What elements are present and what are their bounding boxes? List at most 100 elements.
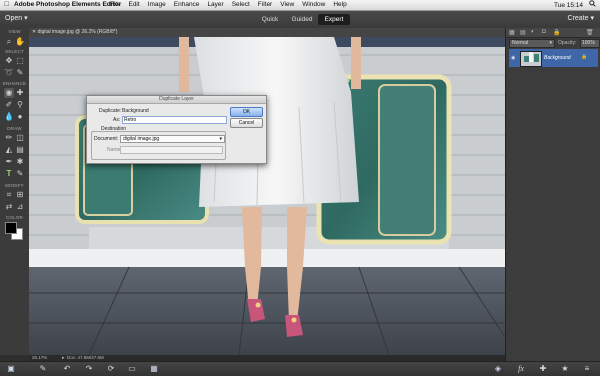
hand-tool-icon[interactable]: ✋ bbox=[15, 37, 25, 47]
eyedropper-tool-icon[interactable]: ✒ bbox=[4, 157, 14, 167]
tool-panel: VIEW ⌕ ✋ SELECT ✥ ⬚ ➰ ✎ ENHANCE ◉ ✚ ✐ ⚲ … bbox=[0, 28, 30, 355]
spot-healing-tool-icon[interactable]: ✚ bbox=[15, 88, 25, 98]
photo-bin-icon[interactable]: ▣ bbox=[6, 364, 16, 374]
adjustment-layer-icon[interactable]: ◐ bbox=[531, 29, 535, 35]
eraser-tool-icon[interactable]: ◫ bbox=[15, 133, 25, 143]
app-name-menu[interactable]: Adobe Photoshop Elements Editor bbox=[14, 0, 121, 10]
menu-file[interactable]: File bbox=[110, 0, 120, 10]
section-select-label: SELECT bbox=[5, 49, 24, 54]
graphics-icon[interactable]: ✚ bbox=[538, 364, 548, 374]
tab-guided[interactable]: Guided bbox=[287, 14, 317, 25]
menu-help[interactable]: Help bbox=[333, 0, 346, 10]
gradient-tool-icon[interactable]: ▤ bbox=[15, 145, 25, 155]
group-icon[interactable]: ▤ bbox=[520, 29, 526, 36]
top-bar: Open ▾ Quick Guided Expert Create ▾ bbox=[0, 11, 600, 29]
cancel-button[interactable]: Cancel bbox=[230, 118, 263, 128]
section-modify-label: MODIFY bbox=[5, 183, 24, 188]
marquee-tool-icon[interactable]: ⬚ bbox=[15, 56, 25, 66]
menu-image[interactable]: Image bbox=[148, 0, 166, 10]
menu-enhance[interactable]: Enhance bbox=[174, 0, 200, 10]
image-canvas[interactable]: Duplicate Layer Duplicate: Background As… bbox=[29, 37, 505, 355]
apple-menu-icon[interactable]:  bbox=[4, 0, 9, 10]
chevron-down-icon: ▾ bbox=[219, 136, 222, 142]
document-select[interactable]: digital image.jpg ▾ bbox=[120, 135, 225, 143]
recompose-tool-icon[interactable]: ⊞ bbox=[15, 190, 25, 200]
tab-quick[interactable]: Quick bbox=[255, 14, 285, 25]
tab-expert[interactable]: Expert bbox=[318, 14, 350, 25]
mask-icon[interactable]: ◘ bbox=[542, 29, 546, 35]
quick-selection-tool-icon[interactable]: ✎ bbox=[15, 68, 25, 78]
menubar-status: Tue 15:14 bbox=[554, 0, 596, 11]
section-view-label: VIEW bbox=[8, 29, 21, 34]
destination-group: Document: digital image.jpg ▾ Name: bbox=[91, 131, 226, 160]
mac-menu-bar:  Adobe Photoshop Elements Editor File E… bbox=[0, 0, 600, 11]
tool-options-icon[interactable]: ✎ bbox=[38, 364, 48, 374]
more-icon[interactable]: ≡ bbox=[582, 364, 592, 374]
bottom-bar: ▣ ✎ ↶ ↷ ⟳ ▭ ▦ ◈ fx ✚ ★ ≡ bbox=[0, 361, 600, 376]
organizer-icon[interactable]: ▦ bbox=[149, 364, 159, 374]
photo-image bbox=[29, 37, 505, 355]
document-tab[interactable]: ✕ digital image.jpg @ 26.2% (RGB/8*) bbox=[32, 28, 117, 37]
opacity-input[interactable]: 100% bbox=[580, 39, 600, 48]
effects-icon[interactable]: fx bbox=[516, 364, 526, 374]
dialog-title: Duplicate Layer bbox=[87, 96, 266, 104]
create-button[interactable]: Create ▾ bbox=[568, 14, 594, 22]
favorites-icon[interactable]: ★ bbox=[560, 364, 570, 374]
custom-shape-tool-icon[interactable]: ✱ bbox=[15, 157, 25, 167]
crop-tool-icon[interactable]: ⌗ bbox=[4, 190, 14, 200]
zoom-tool-icon[interactable]: ⌕ bbox=[4, 37, 14, 47]
blur-tool-icon[interactable]: 💧 bbox=[4, 112, 14, 122]
lasso-tool-icon[interactable]: ➰ bbox=[4, 68, 14, 78]
document-select-value: digital image.jpg bbox=[123, 136, 160, 142]
layer-name[interactable]: Background bbox=[544, 55, 571, 61]
document-label: Document: bbox=[94, 136, 119, 142]
blend-mode-select[interactable]: Normal ▾ bbox=[509, 39, 555, 48]
move-tool-icon[interactable]: ✥ bbox=[4, 56, 14, 66]
duplicate-value: Background bbox=[122, 108, 149, 114]
clone-stamp-tool-icon[interactable]: ⚲ bbox=[15, 100, 25, 110]
lock-icon[interactable]: 🔒 bbox=[553, 29, 560, 36]
as-label: As: bbox=[113, 117, 121, 123]
sponge-tool-icon[interactable]: ● bbox=[15, 112, 25, 122]
search-icon[interactable] bbox=[589, 0, 596, 11]
open-button[interactable]: Open ▾ bbox=[5, 14, 28, 22]
pencil-tool-icon[interactable]: ✎ bbox=[15, 169, 25, 179]
layers-panel-icon[interactable]: ◈ bbox=[493, 364, 503, 374]
rotate-icon[interactable]: ⟳ bbox=[106, 364, 116, 374]
layer-thumbnail bbox=[520, 51, 542, 67]
duplicate-label: Duplicate: bbox=[99, 108, 122, 114]
name-input[interactable] bbox=[120, 146, 223, 154]
eye-icon[interactable]: ◉ bbox=[511, 55, 515, 61]
red-eye-tool-icon[interactable]: ◉ bbox=[4, 88, 14, 98]
menu-edit[interactable]: Edit bbox=[128, 0, 139, 10]
straighten-tool-icon[interactable]: ⊿ bbox=[15, 202, 25, 212]
content-aware-move-tool-icon[interactable]: ⇄ bbox=[4, 202, 14, 212]
redo-icon[interactable]: ↷ bbox=[84, 364, 94, 374]
paint-bucket-tool-icon[interactable]: ◭ bbox=[4, 145, 14, 155]
type-tool-icon[interactable]: T bbox=[4, 169, 14, 179]
clock[interactable]: Tue 15:14 bbox=[554, 1, 583, 11]
layers-panel-header: ▦ ▤ ◐ ◘ 🔒 🗑 bbox=[506, 28, 600, 38]
menu-filter[interactable]: Filter bbox=[258, 0, 272, 10]
as-input[interactable]: Retro bbox=[122, 116, 227, 124]
layout-icon[interactable]: ▭ bbox=[127, 364, 137, 374]
new-layer-icon[interactable]: ▦ bbox=[509, 29, 515, 36]
menu-view[interactable]: View bbox=[280, 0, 294, 10]
opacity-label: Opacity: bbox=[558, 40, 577, 46]
layer-row-background[interactable]: ◉ Background 🔒 bbox=[509, 49, 598, 67]
section-enhance-label: ENHANCE bbox=[2, 81, 27, 86]
smart-brush-tool-icon[interactable]: ✐ bbox=[4, 100, 14, 110]
section-color-label: COLOR bbox=[5, 215, 23, 220]
menu-list: File Edit Image Enhance Layer Select Fil… bbox=[110, 0, 347, 10]
undo-icon[interactable]: ↶ bbox=[62, 364, 72, 374]
duplicate-layer-dialog: Duplicate Layer Duplicate: Background As… bbox=[86, 95, 267, 164]
menu-select[interactable]: Select bbox=[232, 0, 250, 10]
blend-mode-value: Normal bbox=[512, 40, 529, 46]
menu-layer[interactable]: Layer bbox=[207, 0, 223, 10]
trash-icon[interactable]: 🗑 bbox=[586, 29, 594, 36]
menu-window[interactable]: Window bbox=[302, 0, 325, 10]
section-draw-label: DRAW bbox=[7, 126, 22, 131]
ok-button[interactable]: OK bbox=[230, 107, 263, 117]
brush-tool-icon[interactable]: ✏ bbox=[4, 133, 14, 143]
foreground-color-swatch[interactable] bbox=[5, 222, 17, 234]
